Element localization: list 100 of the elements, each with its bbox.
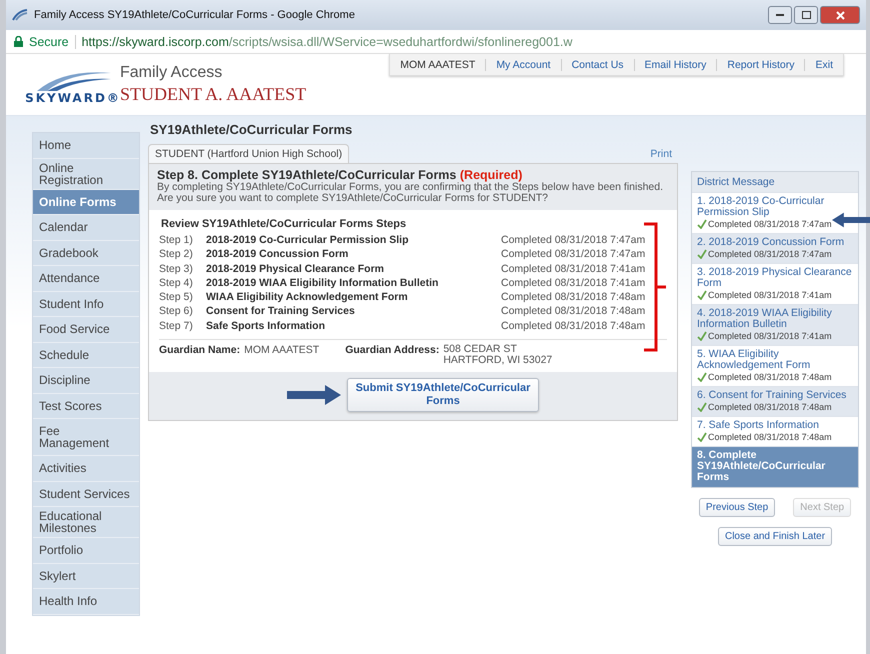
check-icon: [697, 331, 707, 341]
step-name: 2018-2019 Co-Curricular Permission Slip: [206, 233, 410, 248]
minimize-icon[interactable]: [768, 6, 792, 24]
nav-link[interactable]: Contact Us: [560, 58, 634, 70]
maximize-icon[interactable]: [794, 6, 818, 24]
arrow-annotation: [287, 385, 341, 406]
sidebar-item[interactable]: Test Scores: [33, 394, 139, 419]
check-icon: [697, 402, 707, 412]
check-icon: [697, 372, 707, 382]
page-title: SY19Athlete/CoCurricular Forms: [149, 122, 354, 139]
panel-title[interactable]: District Message: [692, 172, 858, 192]
completed-text: Completed 08/31/2018 7:47am: [708, 219, 832, 229]
guardian-address: HARTFORD, WI 53027: [443, 355, 552, 366]
step-number: Step 7): [159, 318, 194, 334]
step-status: Completed 08/31/2018 7:47am: [501, 233, 646, 248]
step-status: Completed 08/31/2018 7:41am: [501, 276, 646, 290]
step-status: Completed 08/31/2018 7:41am: [501, 262, 646, 276]
sidebar-item[interactable]: Skylert: [33, 564, 139, 589]
step-link[interactable]: 5. WIAA Eligibility Acknowledgement Form: [697, 349, 853, 371]
completed-text: Completed 08/31/2018 7:41am: [708, 331, 832, 341]
step-link[interactable]: 4. 2018-2019 WIAA Eligibility Information Bulletin: [697, 308, 853, 330]
guardian-name: MOM AAATEST: [244, 344, 320, 358]
nav-link[interactable]: Report History: [716, 58, 804, 70]
completed-text: Completed 08/31/2018 7:48am: [708, 402, 832, 412]
completed-text: Completed 08/31/2018 7:47am: [708, 249, 832, 259]
step-item[interactable]: 6. Consent for Training Services Completed 08/31/2018 7:48am: [692, 386, 858, 416]
nav-link[interactable]: Email History: [634, 58, 716, 70]
submit-button[interactable]: Submit SY19Athlete/CoCurricular Forms: [347, 378, 539, 412]
step-nav-button[interactable]: Previous Step: [698, 498, 776, 517]
address-field[interactable]: https://skyward.iscorp.com/scripts/wsisa.dll/WService=wseduhartfordwi/sfonlinereg001.w: [82, 34, 572, 48]
step-status: Completed 08/31/2018 7:47am: [501, 247, 646, 262]
step-item[interactable]: 7. Safe Sports Information Completed 08/31/2018 7:48am: [692, 416, 858, 446]
sidebar-item[interactable]: Student Services: [33, 482, 139, 507]
guardian-name-label: Guardian Name:: [159, 344, 240, 358]
step-name: 2018-2019 Physical Clearance Form: [206, 262, 386, 276]
completed-text: Completed 08/31/2018 7:48am: [708, 432, 832, 442]
check-icon: [697, 432, 707, 442]
sidebar-item[interactable]: Attendance: [33, 266, 139, 292]
sidebar-item[interactable]: Student Info: [33, 292, 139, 317]
completed-text: Completed 08/31/2018 7:41am: [708, 290, 832, 300]
step-number: Step 5): [159, 290, 194, 304]
step-name: WIAA Eligibility Acknowledgement Form: [206, 290, 409, 304]
guardian-address: 508 CEDAR ST: [443, 344, 518, 356]
description-text: By completing SY19Athlete/CoCurricular Forms, you are confirming that the Steps below have been finished.: [157, 182, 664, 193]
close-icon[interactable]: [820, 6, 860, 24]
logo-text: SKYWARD®: [25, 90, 121, 104]
step-name: Consent for Training Services: [206, 304, 356, 319]
step-number: Step 6): [159, 304, 194, 319]
completed-text: Completed 08/31/2018 7:48am: [708, 372, 832, 382]
step-item[interactable]: 5. WIAA Eligibility Acknowledgement Form Completed 08/31/2018 7:48am: [692, 345, 858, 386]
secure-label: Secure: [29, 34, 69, 48]
sidebar-item[interactable]: Calendar: [33, 215, 139, 240]
check-icon: [697, 290, 707, 300]
window-title: Family Access SY19Athlete/CoCurricular Forms - Google Chrome: [34, 9, 356, 21]
print-link[interactable]: Print: [650, 148, 672, 163]
sidebar-item[interactable]: Educational Milestones: [33, 507, 139, 538]
step-title: Step 8. Complete SY19Athlete/CoCurricular Forms (Required): [157, 168, 524, 182]
step-name: 2018-2019 WIAA Eligibility Information Bulletin: [206, 276, 440, 290]
student-name: STUDENT A. AAATEST: [120, 84, 306, 105]
step-link[interactable]: 3. 2018-2019 Physical Clearance Form: [697, 267, 853, 289]
sidebar-item[interactable]: Food Service: [33, 317, 139, 342]
step-item[interactable]: 3. 2018-2019 Physical Clearance Form Completed 08/31/2018 7:41am: [692, 263, 858, 304]
user-name: MOM AAATEST: [399, 58, 476, 70]
guardian-address-label: Guardian Address:: [345, 344, 440, 358]
step-number: Step 1): [159, 233, 194, 248]
arrow-annotation: [832, 210, 870, 230]
step-item[interactable]: 2. 2018-2019 Concussion Form Completed 08/31/2018 7:47am: [692, 233, 858, 263]
sidebar-item[interactable]: Schedule: [33, 342, 139, 368]
lock-icon: [14, 36, 23, 47]
sidebar-item[interactable]: Online Registration: [33, 158, 139, 190]
step-number: Step 4): [159, 276, 194, 290]
nav-link[interactable]: Exit: [804, 58, 843, 70]
nav-link[interactable]: My Account: [485, 58, 561, 70]
step-status: Completed 08/31/2018 7:48am: [501, 304, 646, 319]
step-link[interactable]: 1. 2018-2019 Co-Curricular Permission Slip: [697, 196, 853, 218]
step-name: 2018-2019 Concussion Form: [206, 247, 350, 262]
step-status: Completed 08/31/2018 7:48am: [501, 318, 646, 334]
step-link[interactable]: 7. Safe Sports Information: [697, 420, 853, 431]
sidebar-item[interactable]: Health Info: [33, 589, 139, 614]
check-icon: [697, 219, 707, 229]
step-number: Step 3): [159, 262, 194, 276]
step-status: Completed 08/31/2018 7:48am: [501, 290, 646, 304]
student-tab[interactable]: STUDENT (Hartford Union High School): [148, 144, 350, 163]
sidebar-item[interactable]: Fee Management: [33, 419, 139, 456]
sidebar-item[interactable]: Discipline: [33, 368, 139, 394]
sidebar-item[interactable]: Home: [33, 133, 139, 158]
step-name: Safe Sports Information: [206, 318, 326, 334]
review-title: Review SY19Athlete/CoCurricular Forms Steps: [160, 218, 408, 232]
app-name: Family Access: [120, 64, 224, 82]
step-item[interactable]: 1. 2018-2019 Co-Curricular Permission Slip Completed 08/31/2018 7:47am: [692, 192, 858, 233]
step-link[interactable]: 6. Consent for Training Services: [697, 390, 853, 401]
check-icon: [697, 249, 707, 259]
sidebar-item[interactable]: Activities: [33, 456, 139, 482]
step-item[interactable]: 4. 2018-2019 WIAA Eligibility Information Bulletin Completed 08/31/2018 7:41am: [692, 304, 858, 345]
sidebar-item[interactable]: Portfolio: [33, 538, 139, 564]
sidebar-item[interactable]: Gradebook: [33, 240, 139, 266]
step-link[interactable]: 2. 2018-2019 Concussion Form: [697, 237, 853, 248]
close-finish-button[interactable]: Close and Finish Later: [718, 527, 832, 546]
step-number: Step 2): [159, 247, 194, 262]
swoosh-icon: [12, 9, 28, 21]
